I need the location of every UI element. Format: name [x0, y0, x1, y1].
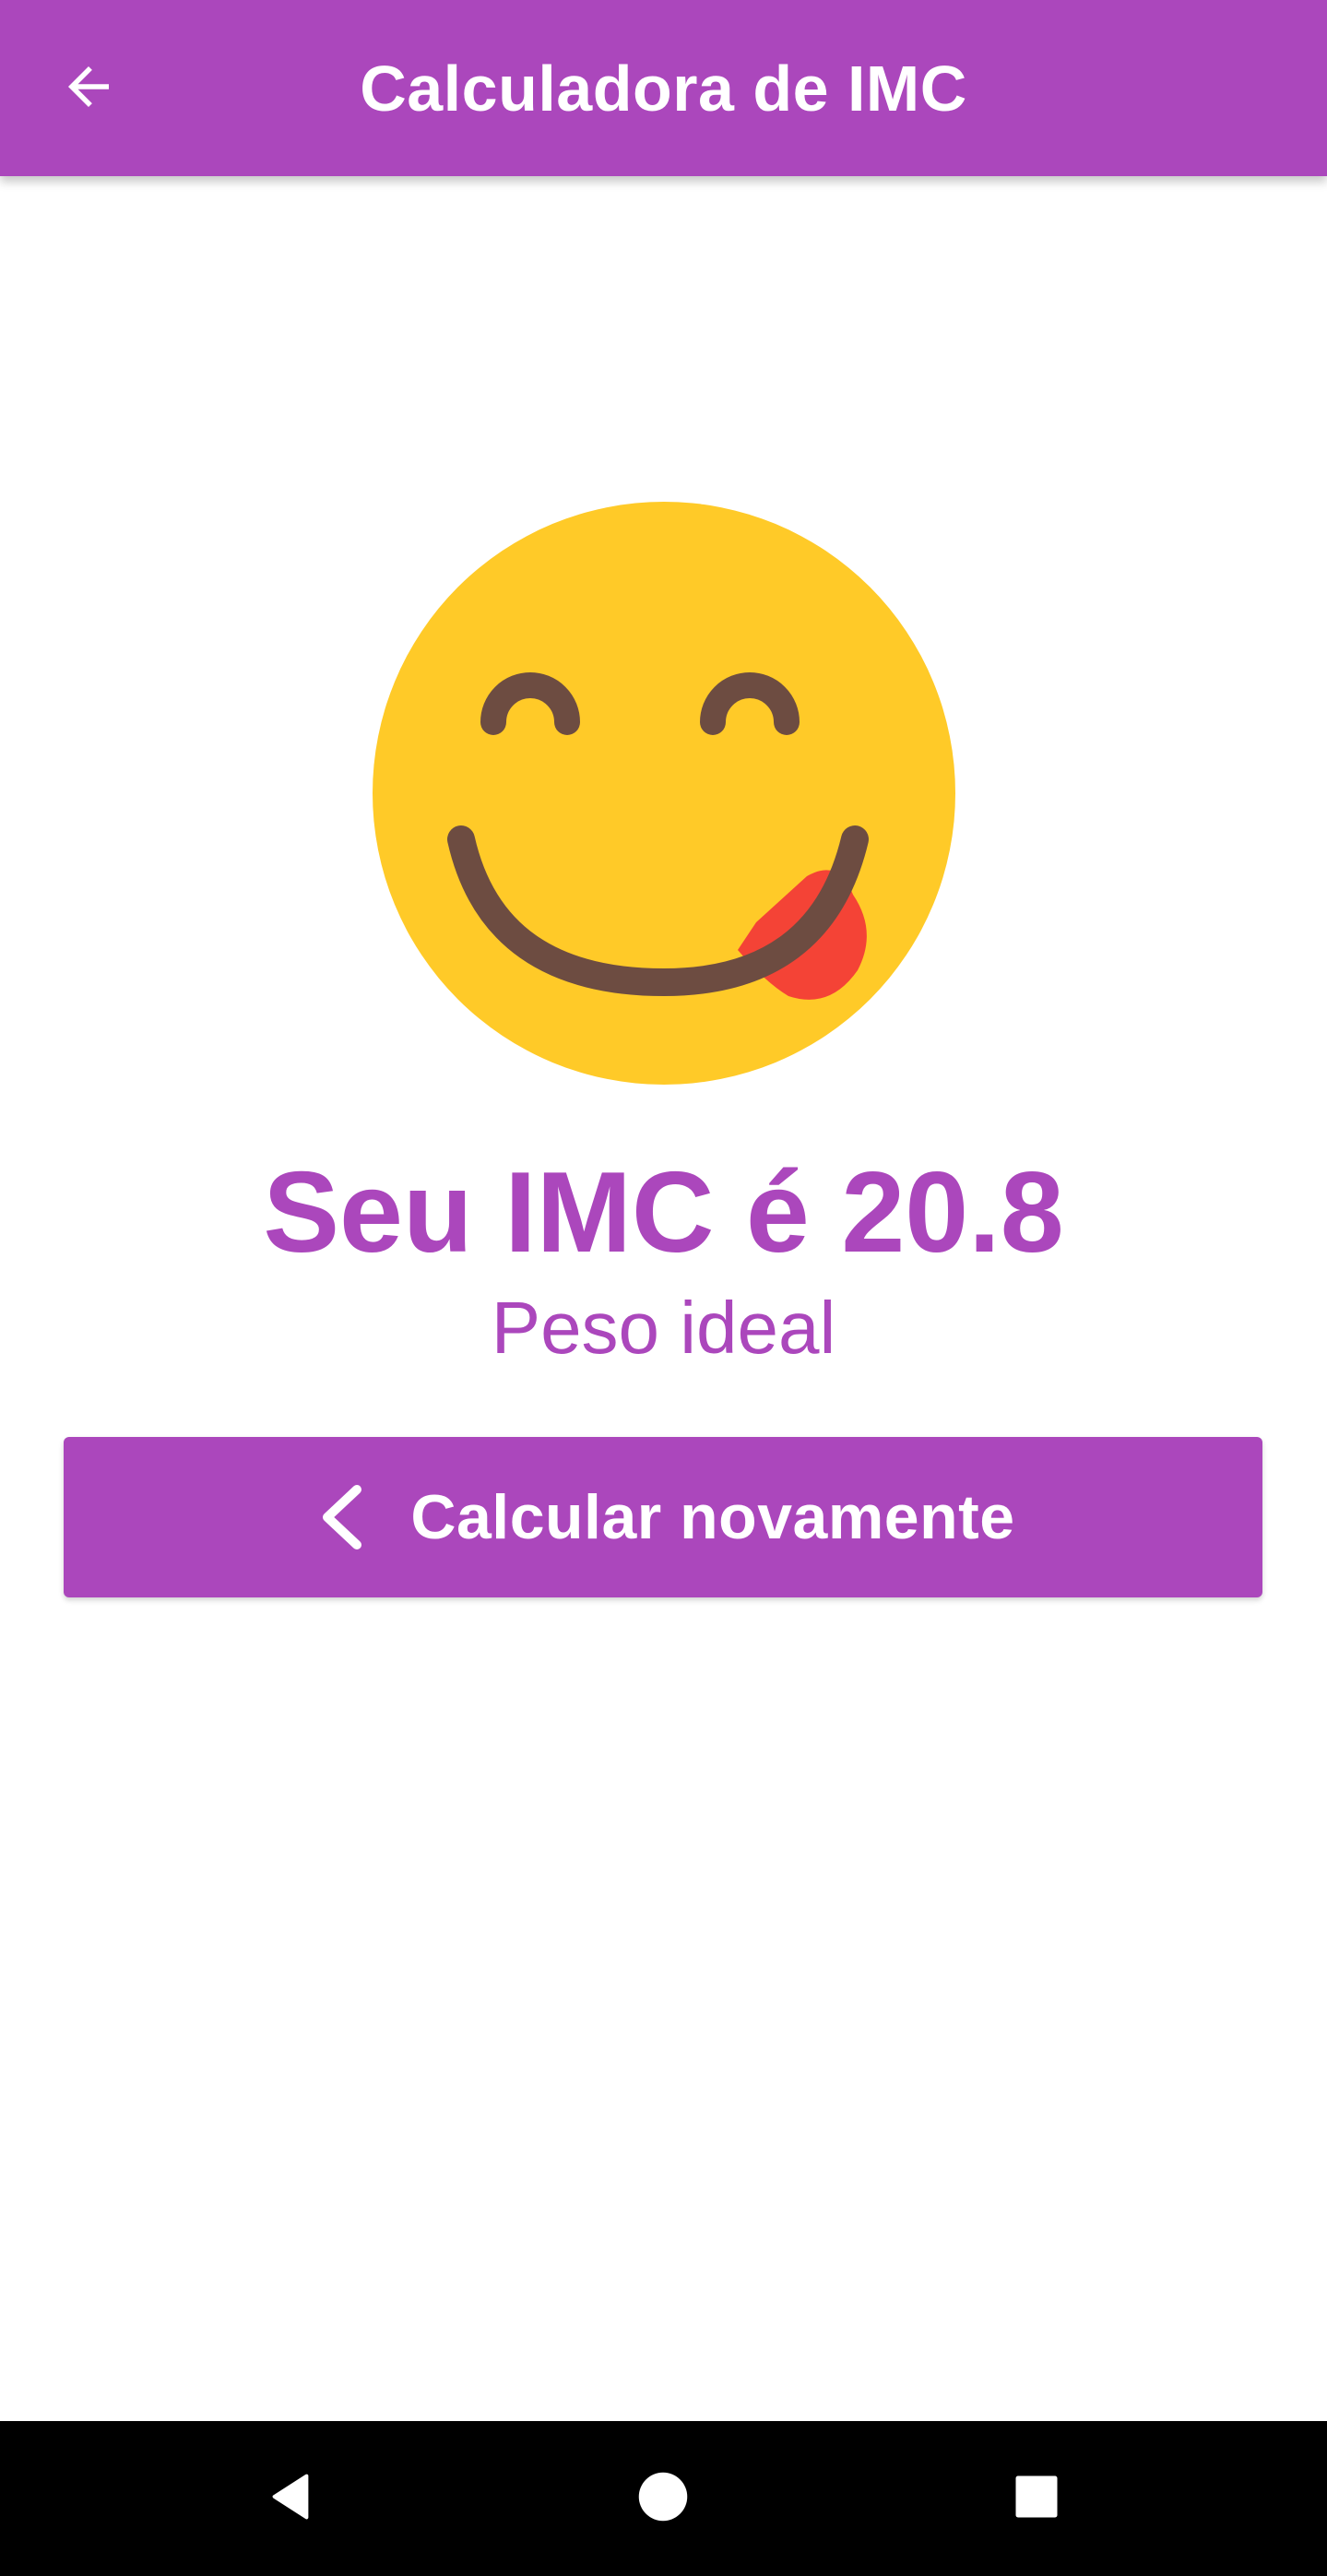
face-savoring-food-icon: [369, 498, 959, 1088]
bmi-status-label: Peso ideal: [491, 1287, 836, 1369]
nav-home-icon: [635, 2469, 691, 2529]
back-button[interactable]: [44, 44, 133, 133]
nav-recents-icon: [1009, 2469, 1064, 2529]
screen: Calculadora de IMC Seu IMC é 20.8 Peso i…: [0, 0, 1327, 2576]
nav-recents-button[interactable]: [981, 2443, 1092, 2554]
arrow-left-icon: [58, 56, 119, 122]
bmi-result-title: Seu IMC é 20.8: [263, 1149, 1064, 1276]
chevron-left-icon: [311, 1480, 370, 1554]
app-bar: Calculadora de IMC: [0, 0, 1327, 176]
nav-back-icon: [263, 2469, 318, 2529]
system-navigation-bar: [0, 2421, 1327, 2576]
recalculate-button[interactable]: Calcular novamente: [64, 1437, 1262, 1597]
nav-back-button[interactable]: [235, 2443, 346, 2554]
page-title: Calculadora de IMC: [360, 52, 967, 125]
recalculate-label: Calcular novamente: [410, 1482, 1015, 1552]
nav-home-button[interactable]: [608, 2443, 718, 2554]
